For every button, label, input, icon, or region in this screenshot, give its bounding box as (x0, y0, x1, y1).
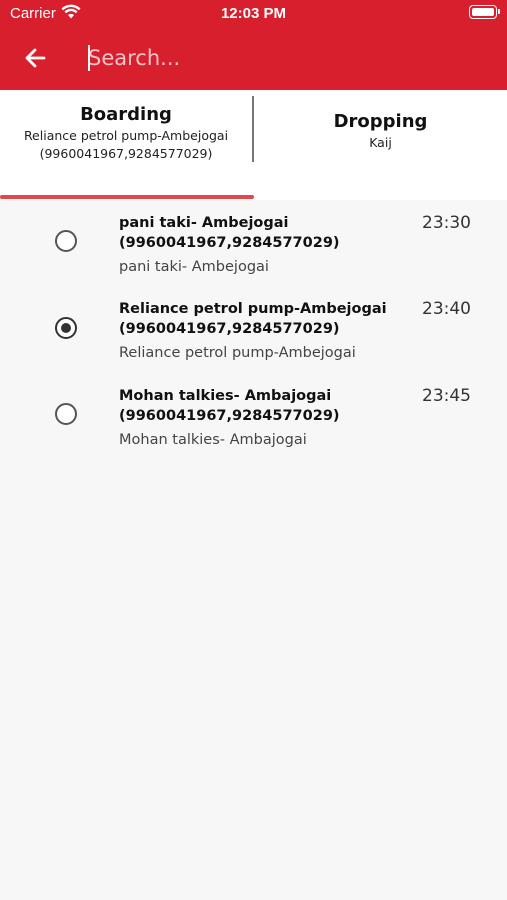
list-item[interactable]: Mohan talkies- Ambajogai (9960041967,928… (0, 381, 507, 467)
active-tab-indicator (0, 195, 254, 199)
status-time: 12:03 PM (220, 5, 287, 22)
battery-icon (469, 5, 500, 19)
stop-phones: (9960041967,9284577029) (119, 408, 340, 424)
stop-name: Mohan talkies- Ambajogai (119, 388, 332, 404)
stop-address: Mohan talkies- Ambajogai (119, 432, 307, 448)
stop-address: pani taki- Ambejogai (119, 259, 269, 275)
search-input[interactable] (88, 42, 468, 74)
tab-dropping-title: Dropping (333, 111, 428, 132)
tab-boarding-title: Boarding (80, 104, 172, 125)
list-item[interactable]: Reliance petrol pump-Ambejogai (99600419… (0, 294, 507, 380)
stop-phones: (9960041967,9284577029) (119, 321, 340, 337)
stop-time: 23:45 (422, 386, 471, 406)
tab-dropping[interactable]: Dropping Kaij (254, 90, 507, 200)
stop-name: pani taki- Ambejogai (119, 215, 289, 231)
list-item[interactable]: pani taki- Ambejogai (9960041967,9284577… (0, 208, 507, 294)
stop-address: Reliance petrol pump-Ambejogai (119, 345, 356, 361)
stop-phones: (9960041967,9284577029) (119, 235, 340, 251)
text-cursor (88, 45, 90, 71)
boarding-dropping-tabs: Boarding Reliance petrol pump-Ambejogai … (0, 90, 507, 200)
tab-boarding[interactable]: Boarding Reliance petrol pump-Ambejogai … (0, 90, 252, 200)
stop-name: Reliance petrol pump-Ambejogai (119, 301, 387, 317)
tab-boarding-phones: (9960041967,9284577029) (39, 146, 213, 161)
status-bar: Carrier 12:03 PM (0, 0, 507, 28)
stop-time: 23:30 (422, 213, 471, 233)
app-header: Carrier 12:03 PM (0, 0, 507, 90)
back-button[interactable] (20, 44, 52, 72)
radio-button[interactable] (55, 403, 77, 425)
arrow-left-icon (25, 48, 46, 68)
tab-dropping-point: Kaij (369, 135, 392, 150)
stop-time: 23:40 (422, 299, 471, 319)
radio-button[interactable] (55, 230, 77, 252)
radio-button-selected[interactable] (55, 317, 77, 339)
tab-boarding-point: Reliance petrol pump-Ambejogai (23, 128, 229, 143)
radio-dot (61, 323, 71, 333)
